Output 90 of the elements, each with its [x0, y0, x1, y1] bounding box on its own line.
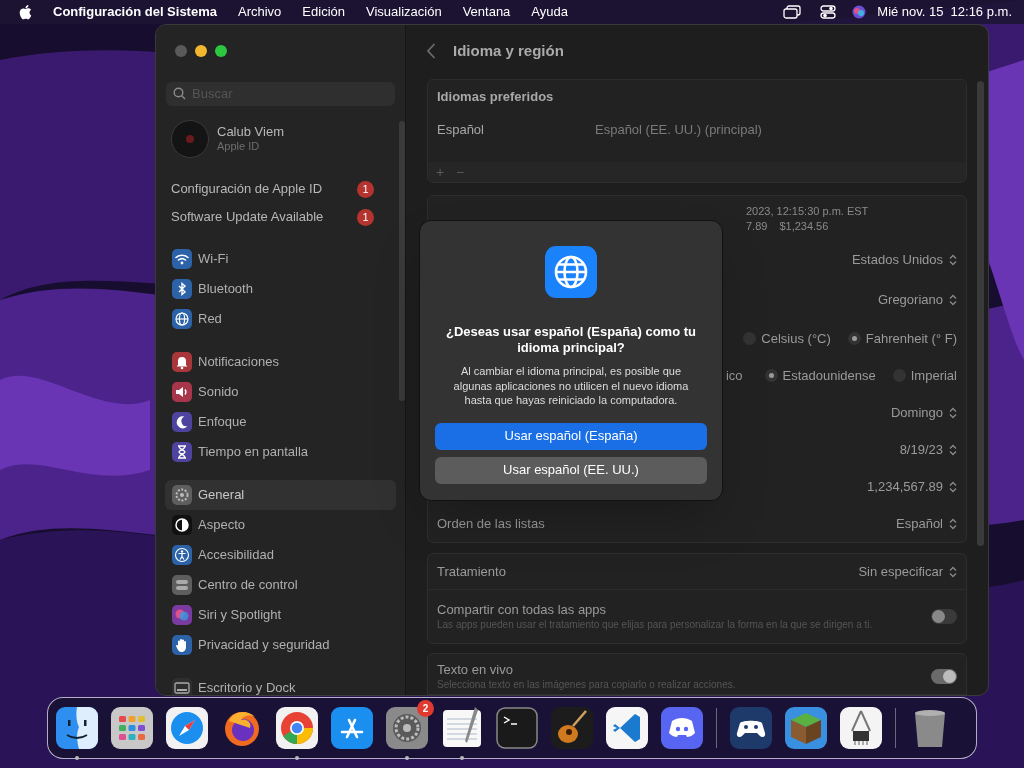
account-subtitle: Apple ID [217, 139, 261, 154]
terminal-icon[interactable] [496, 707, 538, 749]
menu-item[interactable]: Ayuda [531, 2, 568, 22]
number-preview: $1,234.56 [779, 219, 829, 234]
apple-logo-icon [18, 4, 32, 20]
menu-item[interactable]: Archivo [238, 2, 282, 22]
sidebar-alert[interactable]: Software Update Available [171, 207, 324, 227]
store-icon[interactable] [331, 707, 373, 749]
language-name[interactable]: Español [437, 120, 595, 140]
sidebar-alert[interactable]: Configuración de Apple ID [171, 179, 323, 199]
up-down-chevron-icon [949, 565, 957, 578]
number-preview: 7.89 [746, 219, 768, 234]
popup-button[interactable]: Gregoriano [877, 290, 957, 310]
app-menu[interactable]: Configuración del Sistema [53, 2, 217, 22]
avatar [171, 120, 209, 158]
sidebar-item[interactable]: Red [165, 304, 396, 334]
dialog-button[interactable]: Usar español (España) [435, 422, 707, 450]
up-down-chevron-icon [949, 406, 957, 419]
dialog-title: ¿Deseas usar español (España) como tu idioma principal? [445, 324, 697, 356]
caliper-chip-icon[interactable] [840, 707, 882, 749]
radio-option[interactable]: Estadounidense [764, 365, 876, 386]
menu-item[interactable]: Edición [302, 2, 345, 22]
dialog-button[interactable]: Usar español (EE. UU.) [435, 456, 707, 484]
badge: 1 [357, 208, 374, 226]
popup-button[interactable]: Domingo [890, 402, 957, 423]
sidebar-item[interactable]: Accesibilidad [165, 540, 396, 570]
menu-item[interactable]: Ventana [462, 2, 511, 22]
sidebar-item[interactable]: General [165, 480, 396, 510]
sidebar-item[interactable]: Aspecto [165, 510, 396, 540]
minimize-button[interactable] [195, 45, 207, 57]
sidebar-item[interactable]: Enfoque [165, 407, 396, 437]
orb-icon[interactable] [852, 5, 867, 19]
compass-icon[interactable] [166, 707, 208, 749]
guitar-icon[interactable] [551, 707, 593, 749]
window-stack-icon[interactable] [783, 5, 802, 19]
popup-button[interactable]: Español [896, 513, 957, 534]
toggle-switch[interactable] [931, 668, 957, 684]
sidebar-item[interactable]: Bluetooth [165, 274, 396, 304]
sidebar-item[interactable]: Escritorio y Dock [165, 673, 396, 695]
scrollbar-thumb[interactable] [977, 81, 984, 546]
page-title: Idioma y región [453, 40, 564, 61]
sidebar-item[interactable]: Wi-Fi [165, 244, 396, 274]
row-label: Orden de las listas [437, 514, 545, 533]
popup-button[interactable]: 8/19/23 [899, 439, 957, 460]
sidebar-item[interactable]: Sonido [165, 377, 396, 407]
toggle-switch[interactable] [931, 609, 957, 624]
radio-label: ico [725, 366, 743, 385]
search-icon [173, 87, 186, 100]
language-detail: Español (EE. UU.) (principal) [595, 121, 762, 139]
radio-option[interactable]: Celsius (°C) [743, 328, 831, 349]
radio-option[interactable]: Fahrenheit (° F) [847, 328, 957, 349]
account-name[interactable]: Calub Viem [217, 124, 284, 139]
sidebar-item[interactable]: Tiempo en pantalla [165, 437, 396, 467]
up-down-chevron-icon [949, 480, 957, 493]
code-editor-icon[interactable] [606, 707, 648, 749]
gamepad-icon[interactable] [730, 707, 772, 749]
popup-button[interactable]: Estados Unidos [851, 250, 957, 270]
sidebar-item[interactable]: Notificaciones [165, 347, 396, 377]
notification-badge: 2 [417, 700, 434, 717]
popup-button[interactable]: Sin especificar [858, 561, 957, 582]
row-label: Tratamiento [437, 562, 506, 581]
up-down-chevron-icon [949, 254, 957, 266]
dialog-message: Al cambiar el idioma principal, es posible que algunas aplicaciones no utilicen el nuevo idioma hasta que hayas reiniciado la computadora. [452, 364, 690, 408]
game-controller-icon[interactable] [661, 707, 703, 749]
sidebar-item[interactable]: Centro de control [165, 570, 396, 600]
sidebar-item[interactable]: Privacidad y seguridad [165, 630, 396, 660]
sidebar-item[interactable]: Siri y Spotlight [165, 600, 396, 630]
radio-option[interactable]: Imperial [892, 365, 957, 386]
date-preview: 2023, 12:15:30 p.m. EST [746, 204, 870, 219]
section-heading: Idiomas preferidos [437, 89, 555, 105]
menu-bar-date[interactable]: Mié nov. 15 [877, 2, 944, 22]
globe-icon [545, 246, 597, 298]
back-icon[interactable] [426, 43, 436, 59]
badge: 1 [357, 180, 374, 198]
zoom-button[interactable] [215, 45, 227, 57]
menu-bar-clock[interactable]: 12:16 p.m. [950, 2, 1012, 22]
notepad-icon[interactable] [441, 707, 483, 749]
popup-button[interactable]: 1,234,567.89 [867, 476, 957, 497]
row-label: Compartir con todas las apps [437, 602, 608, 618]
menu-item[interactable]: Visualización [366, 2, 442, 22]
grass-block-icon[interactable] [785, 707, 827, 749]
face-icon[interactable] [56, 707, 98, 749]
up-down-chevron-icon [949, 294, 957, 306]
control-center-icon[interactable] [820, 5, 837, 19]
scrollbar-thumb[interactable] [399, 121, 405, 401]
app-grid-icon[interactable] [111, 707, 153, 749]
row-label: Texto en vivo [437, 661, 514, 678]
ring-icon[interactable] [276, 707, 318, 749]
up-down-chevron-icon [949, 443, 957, 456]
up-down-chevron-icon [949, 517, 957, 530]
